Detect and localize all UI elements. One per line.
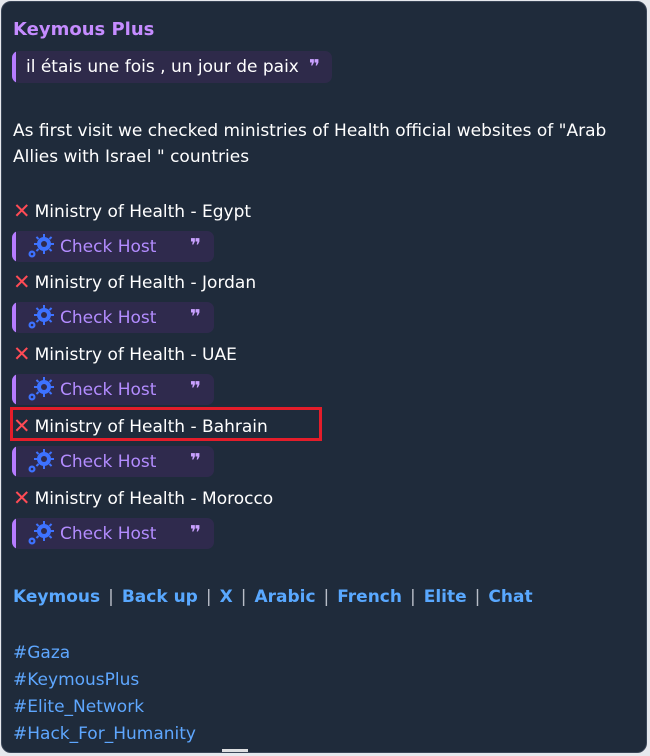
hashtag-hack-for-humanity[interactable]: #Hack_For_Humanity — [13, 721, 196, 748]
ministry-item-egypt: ✕ Ministry of Health - Egypt — [13, 197, 251, 227]
quoted-message[interactable]: il étais une fois , un jour de paix ❞ — [12, 51, 333, 83]
link-separator: | — [205, 587, 212, 607]
ministry-item-uae: ✕ Ministry of Health - UAE — [13, 340, 237, 370]
gear-icon — [28, 377, 54, 401]
sender-name[interactable]: Keymous Plus — [13, 18, 154, 42]
quote-mark-icon: ❞ — [189, 522, 201, 544]
gear-icon — [28, 234, 54, 258]
french-link[interactable]: French — [337, 585, 402, 609]
check-host-label: Check Host — [60, 379, 157, 400]
check-host-bahrain-button[interactable]: Check Host ❞ — [12, 446, 214, 477]
gear-icon — [28, 305, 54, 329]
ministry-item-bahrain: ✕ Ministry of Health - Bahrain — [13, 412, 268, 442]
ministry-label: Ministry of Health - Egypt — [34, 202, 252, 222]
message-paragraph: As first visit we checked ministries of … — [13, 121, 607, 167]
footer-links: Keymous | Back up | X | Arabic | French … — [13, 585, 533, 609]
link-separator: | — [108, 587, 114, 607]
hashtags: #Gaza #KeymousPlus #Elite_Network #Hack_… — [13, 640, 196, 748]
red-x-icon: ✕ — [13, 199, 31, 223]
check-host-egypt-button[interactable]: Check Host ❞ — [12, 231, 214, 262]
hashtag-elite-network[interactable]: #Elite_Network — [13, 694, 196, 721]
quote-mark-icon: ❞ — [308, 56, 321, 78]
check-host-jordan-button[interactable]: Check Host ❞ — [12, 302, 214, 333]
quote-mark-icon: ❞ — [189, 450, 201, 472]
ministry-label: Ministry of Health - Jordan — [34, 273, 257, 293]
hashtag-keymousplus[interactable]: #KeymousPlus — [13, 667, 196, 694]
chat-link[interactable]: Chat — [488, 585, 532, 609]
red-x-icon: ✕ — [13, 486, 31, 510]
quote-text: il étais une fois , un jour de paix — [26, 57, 299, 77]
check-host-morocco-button[interactable]: Check Host ❞ — [12, 518, 214, 549]
ministry-item-jordan: ✕ Ministry of Health - Jordan — [13, 268, 256, 298]
quote-mark-icon: ❞ — [189, 306, 201, 328]
gear-icon — [28, 521, 54, 545]
red-x-icon: ✕ — [13, 342, 31, 366]
elite-link[interactable]: Elite — [424, 585, 467, 609]
link-separator: | — [240, 587, 247, 607]
check-host-label: Check Host — [60, 523, 157, 544]
back-up-link[interactable]: Back up — [122, 585, 198, 609]
ministry-item-morocco: ✕ Ministry of Health - Morocco — [13, 484, 273, 514]
x-link[interactable]: X — [220, 585, 233, 609]
link-separator: | — [410, 587, 416, 607]
ministry-label: Ministry of Health - UAE — [34, 345, 237, 365]
check-host-label: Check Host — [60, 236, 157, 257]
message-bubble: Keymous Plus il étais une fois , un jour… — [1, 1, 647, 753]
quote-mark-icon: ❞ — [189, 235, 201, 257]
check-host-label: Check Host — [60, 307, 157, 328]
bottom-indicator — [222, 749, 248, 752]
quote-mark-icon: ❞ — [189, 378, 201, 400]
red-x-icon: ✕ — [13, 270, 31, 294]
ministry-label: Ministry of Health - Bahrain — [34, 417, 268, 437]
keymous-link[interactable]: Keymous — [13, 585, 100, 609]
link-separator: | — [323, 587, 330, 607]
ministry-label: Ministry of Health - Morocco — [34, 489, 274, 509]
arabic-link[interactable]: Arabic — [254, 585, 315, 609]
gear-icon — [28, 449, 54, 473]
hashtag-gaza[interactable]: #Gaza — [13, 640, 196, 667]
link-separator: | — [474, 587, 481, 607]
check-host-label: Check Host — [60, 451, 157, 472]
red-x-icon: ✕ — [13, 414, 31, 438]
check-host-uae-button[interactable]: Check Host ❞ — [12, 374, 214, 405]
